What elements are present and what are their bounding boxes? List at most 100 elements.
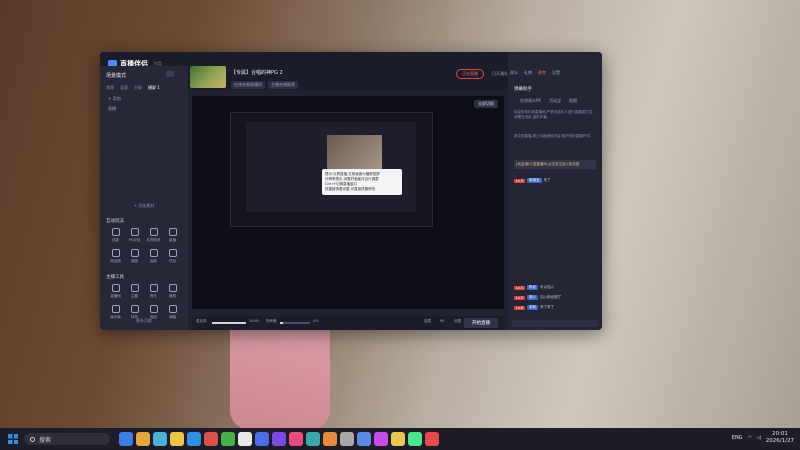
interactive-tools: 连麦 PK对战 礼物特效 直播 粉丝团 福袋 抽奖 任务 — [106, 228, 182, 264]
taskbar-app-icon[interactable] — [425, 432, 439, 446]
taskbar-app-icon[interactable] — [221, 432, 235, 446]
taskbar-app-icon[interactable] — [238, 432, 252, 446]
tool-item[interactable]: PK对战 — [125, 228, 144, 243]
tool-item[interactable]: 直播 — [163, 228, 182, 243]
taskbar-app-icon[interactable] — [187, 432, 201, 446]
control-action[interactable]: 设置 — [454, 319, 461, 324]
tab-chat[interactable]: 礼物 — [524, 70, 532, 76]
tab-chat[interactable]: 观众 — [510, 70, 518, 76]
taskbar-search[interactable]: 搜索 — [24, 433, 110, 445]
tool-icon — [130, 305, 139, 313]
volume-icon[interactable]: ◁ — [757, 435, 761, 441]
system-tray: ENG ◠ ◁ 20:01 2026/1/27 — [732, 431, 794, 445]
system-clock[interactable]: 20:01 2026/1/27 — [766, 431, 794, 445]
tool-icon — [168, 305, 177, 313]
taskbar-app-icon[interactable] — [408, 432, 422, 446]
taskbar-app-icon[interactable] — [340, 432, 354, 446]
add-source-button[interactable]: + 添加素材 — [100, 203, 188, 209]
mic-value: 100% — [249, 319, 260, 323]
live-status-pill[interactable]: 正在直播 — [456, 69, 484, 79]
user-name[interactable]: 老粉 — [527, 305, 539, 310]
tab-scene[interactable]: 分屏 — [134, 85, 142, 91]
tab-chat-active[interactable]: 贵宾 — [538, 70, 546, 76]
language-indicator[interactable]: ENG — [732, 435, 743, 441]
user-name[interactable]: 新朋友 — [527, 178, 542, 183]
chat-subtab[interactable]: 活动宝 — [549, 98, 561, 104]
tool-item[interactable]: 音乐 — [144, 284, 163, 299]
message-text: 可以加入 — [540, 285, 555, 289]
tool-item[interactable]: 直播间 — [106, 284, 125, 299]
tool-item[interactable]: 福袋 — [125, 249, 144, 264]
tool-icon — [168, 249, 177, 257]
taskbar-app-icon[interactable] — [323, 432, 337, 446]
tool-item[interactable]: 礼物特效 — [144, 228, 163, 243]
tab-scene-active[interactable]: 横屏 1 — [148, 85, 160, 91]
taskbar-app-icon[interactable] — [170, 432, 184, 446]
tool-icon — [130, 228, 139, 236]
taskbar-app-icon[interactable] — [255, 432, 269, 446]
tool-item[interactable]: 美颜 — [163, 284, 182, 299]
chat-message: Lv.3 新朋友 来了 — [514, 178, 551, 183]
tool-icon — [111, 249, 120, 257]
taskbar-app-icon[interactable] — [306, 432, 320, 446]
chat-input[interactable] — [512, 320, 598, 327]
chat-message: Lv.8 老粉 来了来了 — [514, 305, 554, 310]
taskbar-app-icon[interactable] — [391, 432, 405, 446]
speaker-slider[interactable] — [280, 322, 310, 324]
tab-scene[interactable]: 常规 — [106, 85, 114, 91]
tab-scene[interactable]: 竖屏 — [120, 85, 128, 91]
scene-list: + 添加 直播 — [108, 94, 121, 114]
clock-time: 20:01 — [771, 431, 788, 437]
tool-item[interactable]: 连麦 — [106, 228, 125, 243]
speaker-label: 扬声器 — [266, 319, 277, 323]
wifi-icon[interactable]: ◠ — [748, 435, 752, 441]
more-tools-button[interactable]: 更多功能 — [100, 318, 188, 324]
start-live-button[interactable]: 开始直播 — [464, 318, 498, 328]
top-action[interactable]: 已开通礼 — [492, 71, 508, 77]
taskbar-app-icon[interactable] — [289, 432, 303, 446]
tool-icon — [111, 228, 120, 236]
taskbar-app-icon[interactable] — [272, 432, 286, 446]
taskbar-app-icon[interactable] — [374, 432, 388, 446]
tab-chat[interactable]: 设置 — [552, 70, 560, 76]
room-title[interactable]: 【专属】合唱的神PG 2 — [231, 69, 283, 76]
section-tools: 主播工具 — [106, 275, 124, 280]
tool-icon — [149, 249, 158, 257]
room-tag[interactable]: 在线合唱直播间 — [231, 81, 265, 89]
control-action[interactable]: 连麦 — [424, 319, 431, 324]
taskbar-app-icon[interactable] — [153, 432, 167, 446]
tool-item[interactable]: 抽奖 — [144, 249, 163, 264]
message-text: 加入粉丝团了 — [540, 295, 562, 299]
left-sidebar: 场景模式 常规 竖屏 分屏 横屏 1 + 添加 直播 + 添加素材 互动玩法 连… — [100, 66, 188, 330]
scene-item[interactable]: 直播 — [108, 104, 121, 114]
tool-icon — [149, 305, 158, 313]
user-name[interactable]: 粉丝 — [527, 285, 539, 290]
control-action[interactable]: PK — [440, 319, 444, 323]
chat-subtab[interactable]: 在线观众PK — [520, 98, 541, 104]
chat-subtab[interactable]: 贴图 — [569, 98, 577, 104]
windows-taskbar: 搜索 ENG ◠ ◁ 20:01 2026/1/27 — [0, 428, 800, 450]
tool-item[interactable]: 粉丝团 — [106, 249, 125, 264]
chat-tabs: 观众 礼物 贵宾 设置 — [510, 70, 560, 76]
tool-icon — [130, 284, 139, 292]
taskbar-app-icon[interactable] — [136, 432, 150, 446]
windows-start-icon[interactable] — [8, 434, 18, 444]
tool-item[interactable]: 主题 — [125, 284, 144, 299]
room-tag[interactable]: 主播合唱推荐 — [268, 81, 298, 89]
scene-settings-icon[interactable] — [166, 71, 174, 77]
search-icon — [30, 436, 35, 442]
mic-slider[interactable] — [212, 322, 246, 324]
tool-icon — [168, 228, 177, 236]
room-cover-image[interactable] — [190, 66, 226, 88]
taskbar-app-icon[interactable] — [357, 432, 371, 446]
tool-item[interactable]: 任务 — [163, 249, 182, 264]
taskbar-app-icon[interactable] — [119, 432, 133, 446]
fullscreen-toggle[interactable]: 全屏切换 — [474, 100, 498, 108]
taskbar-app-icon[interactable] — [204, 432, 218, 446]
chat-subtabs: 在线观众PK 活动宝 贴图 — [520, 98, 577, 104]
stream-preview[interactable]: 全屏切换 提示:分屏直播,左侧画面为横屏竖屏 分辨率提示,设置好画面可自行调整 … — [192, 96, 504, 316]
user-name[interactable]: 路人 — [527, 295, 539, 300]
level-badge: Lv.3 — [514, 178, 526, 183]
scene-item[interactable]: + 添加 — [108, 94, 121, 104]
scene-mode-dropdown[interactable]: 场景模式 — [106, 72, 126, 79]
